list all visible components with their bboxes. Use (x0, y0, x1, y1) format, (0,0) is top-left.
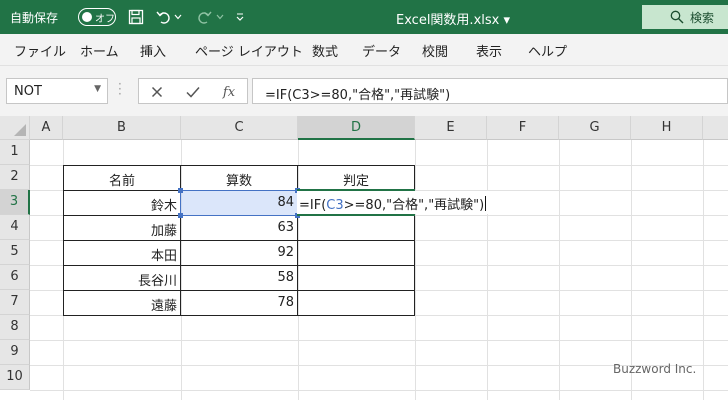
autosave-toggle[interactable]: オフ (78, 8, 116, 26)
tab-help[interactable]: ヘルプ (528, 41, 567, 60)
row-header-7[interactable]: 7 (0, 290, 30, 315)
cell-edit-d3[interactable]: =IF(C3>=80,"合格","再試験") (297, 191, 501, 214)
row-header-6[interactable]: 6 (0, 265, 30, 290)
column-header-g[interactable]: G (559, 116, 631, 140)
tab-page-layout[interactable]: ページ レイアウト (195, 41, 303, 60)
title-bar: 自動保存 オフ Excel関数用.xlsx ▾ 検索 (0, 0, 728, 34)
ribbon-tabs: ファイル ホーム 挿入 ページ レイアウト 数式 データ 校閲 表示 ヘルプ (0, 34, 728, 66)
cell-score[interactable]: 63 (181, 216, 297, 241)
cell-name[interactable]: 本田 (64, 241, 180, 266)
undo-icon[interactable] (154, 7, 174, 27)
column-header-c[interactable]: C (181, 116, 298, 140)
edit-formula-reference: C3 (326, 198, 344, 213)
document-title[interactable]: Excel関数用.xlsx ▾ (396, 9, 510, 28)
gridline (703, 140, 704, 400)
watermark: Buzzword Inc. (613, 362, 697, 376)
enter-check-icon[interactable] (183, 82, 203, 102)
gridline (30, 390, 728, 391)
header-math[interactable]: 算数 (181, 166, 297, 191)
toggle-knob (82, 12, 92, 22)
autosave-label: 自動保存 (10, 11, 59, 25)
gridline (559, 140, 560, 400)
redo-icon[interactable] (194, 7, 214, 27)
save-icon[interactable] (126, 7, 146, 27)
edit-formula-suffix: >=80,"合格","再試験") (343, 198, 485, 213)
cell-name[interactable]: 長谷川 (64, 266, 180, 291)
tab-file[interactable]: ファイル (14, 41, 66, 60)
customize-toolbar-icon[interactable] (232, 7, 248, 27)
redo-dropdown-icon[interactable] (214, 7, 226, 27)
row-header-2[interactable]: 2 (0, 165, 30, 190)
resize-handle-icon[interactable]: · · · (118, 78, 122, 100)
tab-data[interactable]: データ (362, 41, 401, 60)
edit-formula-prefix: =IF( (299, 198, 327, 213)
cell-score[interactable]: 78 (181, 291, 297, 316)
cancel-icon[interactable] (147, 82, 167, 102)
tab-view[interactable]: 表示 (476, 41, 502, 60)
tab-review[interactable]: 校閲 (422, 41, 448, 60)
cell-name[interactable]: 鈴木 (64, 191, 180, 216)
text-caret (485, 196, 487, 211)
tab-insert[interactable]: 挿入 (140, 41, 166, 60)
cell-name[interactable]: 遠藤 (64, 291, 180, 316)
undo-dropdown-icon[interactable] (172, 7, 184, 27)
search-label: 検索 (690, 11, 715, 25)
insert-function-icon[interactable]: fx (219, 82, 239, 102)
cell-score[interactable]: 92 (181, 241, 297, 266)
search-box[interactable]: 検索 (642, 5, 728, 29)
column-header-b[interactable]: B (63, 116, 181, 140)
cell-score[interactable]: 84 (181, 191, 297, 216)
gridline (631, 140, 632, 400)
row-header-4[interactable]: 4 (0, 215, 30, 240)
formula-input[interactable]: =IF(C3>=80,"合格","再試験") (252, 78, 728, 104)
column-header-next[interactable] (703, 116, 728, 140)
gridline (487, 140, 488, 400)
gridline (30, 340, 728, 341)
formula-bar: NOT ▼ · · · fx =IF(C3>=80,"合格","再試験") (0, 66, 728, 116)
row-header-8[interactable]: 8 (0, 315, 30, 340)
row-header-3[interactable]: 3 (0, 190, 30, 215)
cell-name[interactable]: 加藤 (64, 216, 180, 241)
column-header-d[interactable]: D (298, 116, 415, 140)
column-header-e[interactable]: E (415, 116, 487, 140)
name-box-value: NOT (14, 84, 42, 99)
select-all-triangle-icon (14, 124, 26, 136)
header-judgement[interactable]: 判定 (298, 166, 414, 191)
column-header-f[interactable]: F (487, 116, 559, 140)
column-header-h[interactable]: H (631, 116, 703, 140)
tab-formulas[interactable]: 数式 (312, 41, 338, 60)
name-box[interactable]: NOT ▼ (6, 78, 108, 104)
row-header-1[interactable]: 1 (0, 140, 30, 165)
row-header-5[interactable]: 5 (0, 240, 30, 265)
row-header-10[interactable]: 10 (0, 365, 30, 390)
formula-buttons: fx (138, 78, 248, 104)
toggle-text: オフ (95, 14, 115, 25)
chevron-down-icon[interactable]: ▼ (94, 84, 101, 94)
tab-home[interactable]: ホーム (80, 41, 119, 60)
header-name[interactable]: 名前 (64, 166, 180, 191)
select-all-button[interactable] (0, 116, 30, 140)
gridline (415, 140, 416, 400)
column-header-a[interactable]: A (30, 116, 63, 140)
cell-score[interactable]: 58 (181, 266, 297, 291)
row-header-9[interactable]: 9 (0, 340, 30, 365)
search-icon (670, 10, 684, 24)
